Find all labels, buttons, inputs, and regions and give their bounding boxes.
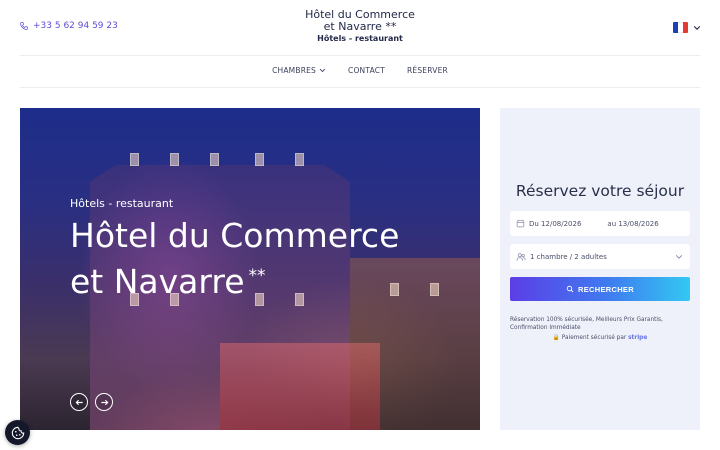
secure-payment-text: Paiement sécurisé par	[561, 335, 627, 341]
slider-prev-button[interactable]	[70, 393, 88, 411]
booking-guarantee-note: Réservation 100% sécurisée, Meilleurs Pr…	[510, 317, 663, 331]
secure-payment-note: 🔒 Paiement sécurisé par stripe	[500, 335, 700, 341]
guests-value: 1 chambre / 2 adultes	[530, 252, 607, 261]
france-flag-icon	[673, 22, 688, 33]
cookie-settings-icon	[11, 426, 24, 439]
language-selector[interactable]	[673, 22, 701, 33]
hero-window	[170, 153, 179, 166]
nav-item-label: CHAMBRES	[272, 66, 317, 75]
nav-item-label: CONTACT	[348, 66, 385, 75]
chevron-down-icon	[319, 68, 326, 73]
date-from: Du 12/08/2026	[529, 219, 582, 228]
users-icon	[516, 252, 526, 261]
hero-window	[210, 153, 219, 166]
cookie-settings-button[interactable]	[5, 420, 30, 445]
hero-window	[130, 153, 139, 166]
stripe-logo: stripe	[628, 335, 648, 341]
search-icon	[566, 285, 574, 293]
brand-name-line2: et Navarre **	[323, 20, 397, 33]
booking-heading: Réservez votre séjour	[515, 182, 685, 200]
hero-stars: **	[248, 266, 266, 286]
hero-window	[255, 153, 264, 166]
hero-title: Hôtel du Commerce et Navarre **	[70, 216, 470, 302]
hero-window	[295, 153, 304, 166]
nav-item-contact[interactable]: CONTACT	[348, 66, 385, 75]
lock-icon: 🔒	[552, 335, 560, 341]
hero-title-line2: et Navarre	[70, 262, 245, 301]
hero-tagline: Hôtels - restaurant	[70, 197, 174, 210]
booking-panel: Réservez votre séjour Du 12/08/2026 au 1…	[500, 108, 700, 430]
guests-selector[interactable]: 1 chambre / 2 adultes	[510, 244, 690, 269]
search-button[interactable]: RECHERCHER	[510, 277, 690, 301]
arrow-left-icon	[75, 399, 83, 405]
site-header: +33 5 62 94 59 23 Hôtel du Commerce et N…	[0, 0, 720, 55]
slider-next-button[interactable]	[95, 393, 113, 411]
chevron-down-icon	[675, 255, 683, 259]
nav-item-label: RÉSERVER	[406, 66, 448, 75]
main-nav: CHAMBRES CONTACT RÉSERVER	[0, 66, 720, 75]
nav-item-chambres[interactable]: CHAMBRES	[272, 66, 326, 75]
hero-title-line1: Hôtel du Commerce	[70, 216, 400, 255]
brand-logo[interactable]: Hôtel du Commerce et Navarre ** Hôtels -…	[0, 9, 720, 44]
date-to: au 13/08/2026	[607, 219, 659, 228]
arrow-right-icon	[100, 399, 108, 405]
brand-subtitle: Hôtels - restaurant	[317, 34, 403, 43]
hero-terrace	[220, 343, 380, 430]
date-range-picker[interactable]: Du 12/08/2026 au 13/08/2026	[510, 211, 690, 236]
nav-divider	[20, 87, 700, 88]
chevron-down-icon	[693, 25, 701, 30]
search-button-label: RECHERCHER	[578, 284, 634, 294]
hero-slider: Hôtels - restaurant Hôtel du Commerce et…	[20, 108, 480, 430]
nav-item-reserver[interactable]: RÉSERVER	[407, 66, 448, 75]
header-divider	[20, 55, 700, 56]
calendar-icon	[516, 219, 525, 228]
